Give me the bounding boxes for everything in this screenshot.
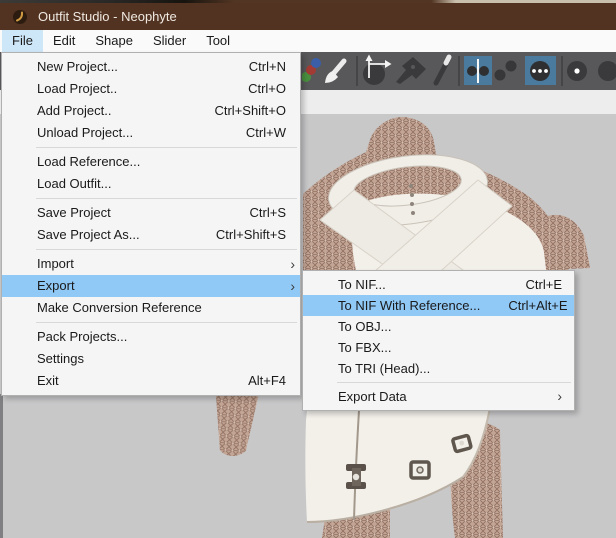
wireframe-forearm (212, 391, 259, 458)
menu-item-export-data[interactable]: Export Data › (303, 386, 574, 407)
menu-item-save-project[interactable]: Save Project Ctrl+S (2, 202, 300, 224)
titlebar: Outfit Studio - Neophyte (0, 3, 616, 30)
menu-item-label: Import (37, 253, 74, 275)
linked-circles-icon[interactable] (495, 61, 517, 81)
menubar-shape[interactable]: Shape (85, 30, 143, 52)
menu-item-load-outfit[interactable]: Load Outfit... (2, 173, 300, 195)
menu-item-label: To OBJ... (338, 316, 391, 337)
menu-item-shortcut: Ctrl+W (218, 122, 286, 144)
menu-item-export[interactable]: Export › (2, 275, 300, 297)
menu-item-save-project-as[interactable]: Save Project As... Ctrl+Shift+S (2, 224, 300, 246)
menu-item-load-project[interactable]: Load Project.. Ctrl+O (2, 78, 300, 100)
menu-item-label: Pack Projects... (37, 326, 127, 348)
menu-item-shortcut: Ctrl+Shift+O (186, 100, 286, 122)
menu-item-make-conversion-reference[interactable]: Make Conversion Reference (2, 297, 300, 319)
menu-separator (36, 322, 297, 323)
menubar-file[interactable]: File (2, 30, 43, 52)
submenu-arrow-icon: › (290, 253, 295, 275)
menu-item-label: Exit (37, 370, 59, 392)
pen-icon[interactable] (436, 57, 449, 83)
vertex-colors-icon[interactable] (302, 58, 321, 82)
menu-item-label: New Project... (37, 56, 118, 78)
menu-separator (36, 249, 297, 250)
menu-item-import[interactable]: Import › (2, 253, 300, 275)
plain-circle-icon[interactable] (598, 61, 616, 81)
menu-item-to-tri-head[interactable]: To TRI (Head)... (303, 358, 574, 379)
menu-item-label: To NIF With Reference... (338, 295, 480, 316)
menu-separator (337, 382, 571, 383)
file-menu: New Project... Ctrl+N Load Project.. Ctr… (1, 52, 301, 396)
menu-item-pack-projects[interactable]: Pack Projects... (2, 326, 300, 348)
menu-item-label: Load Project.. (37, 78, 117, 100)
transform-axes-icon[interactable] (363, 55, 392, 86)
menu-item-label: To NIF... (338, 274, 386, 295)
menubar-tool[interactable]: Tool (196, 30, 240, 52)
dot-circle-icon[interactable] (567, 61, 587, 81)
menu-item-label: Save Project As... (37, 224, 140, 246)
menu-item-label: Add Project.. (37, 100, 111, 122)
menu-item-label: Export Data (338, 386, 407, 407)
menu-item-to-fbx[interactable]: To FBX... (303, 337, 574, 358)
menu-separator (36, 147, 297, 148)
menu-item-label: Save Project (37, 202, 111, 224)
menu-item-label: Unload Project... (37, 122, 133, 144)
export-submenu: To NIF... Ctrl+E To NIF With Reference..… (302, 270, 575, 411)
menu-item-exit[interactable]: Exit Alt+F4 (2, 370, 300, 392)
menu-item-shortcut: Alt+F4 (220, 370, 286, 392)
wireframe-right-arm (542, 215, 590, 270)
menu-item-label: To FBX... (338, 337, 391, 358)
skirt-buckle (452, 435, 471, 452)
menu-item-load-reference[interactable]: Load Reference... (2, 151, 300, 173)
menu-item-label: Make Conversion Reference (37, 297, 202, 319)
menu-item-unload-project[interactable]: Unload Project... Ctrl+W (2, 122, 300, 144)
menu-item-label: Load Outfit... (37, 173, 111, 195)
menu-item-shortcut: Ctrl+O (220, 78, 286, 100)
menu-item-new-project[interactable]: New Project... Ctrl+N (2, 56, 300, 78)
menu-item-label: Load Reference... (37, 151, 140, 173)
outfit-studio-window: Outfit Studio - Neophyte File Edit Shape… (0, 0, 616, 538)
menu-separator (36, 198, 297, 199)
menu-item-to-obj[interactable]: To OBJ... (303, 316, 574, 337)
menu-item-shortcut: Ctrl+N (221, 56, 286, 78)
brush-icon[interactable] (325, 61, 344, 83)
menu-item-add-project[interactable]: Add Project.. Ctrl+Shift+O (2, 100, 300, 122)
menu-item-label: Export (37, 275, 75, 297)
menubar: File Edit Shape Slider Tool (0, 30, 616, 52)
window-left-edge (0, 394, 3, 538)
menubar-edit[interactable]: Edit (43, 30, 85, 52)
window-title: Outfit Studio - Neophyte (38, 9, 177, 24)
menu-item-shortcut: Ctrl+Alt+E (480, 295, 567, 316)
three-dots-icon[interactable] (525, 56, 556, 85)
menu-item-to-nif[interactable]: To NIF... Ctrl+E (303, 274, 574, 295)
menu-item-settings[interactable]: Settings (2, 348, 300, 370)
menubar-slider[interactable]: Slider (143, 30, 196, 52)
submenu-arrow-icon: › (290, 275, 295, 297)
submenu-arrow-icon: › (557, 386, 562, 407)
menu-item-shortcut: Ctrl+Shift+S (188, 224, 286, 246)
pin-mask-icon[interactable] (396, 57, 426, 84)
menu-item-to-nif-with-reference[interactable]: To NIF With Reference... Ctrl+Alt+E (303, 295, 574, 316)
mirror-split-icon[interactable] (464, 56, 492, 85)
menu-item-label: Settings (37, 348, 84, 370)
menu-item-shortcut: Ctrl+S (222, 202, 286, 224)
menu-item-shortcut: Ctrl+E (498, 274, 562, 295)
menu-item-label: To TRI (Head)... (338, 358, 430, 379)
app-icon (13, 9, 29, 25)
